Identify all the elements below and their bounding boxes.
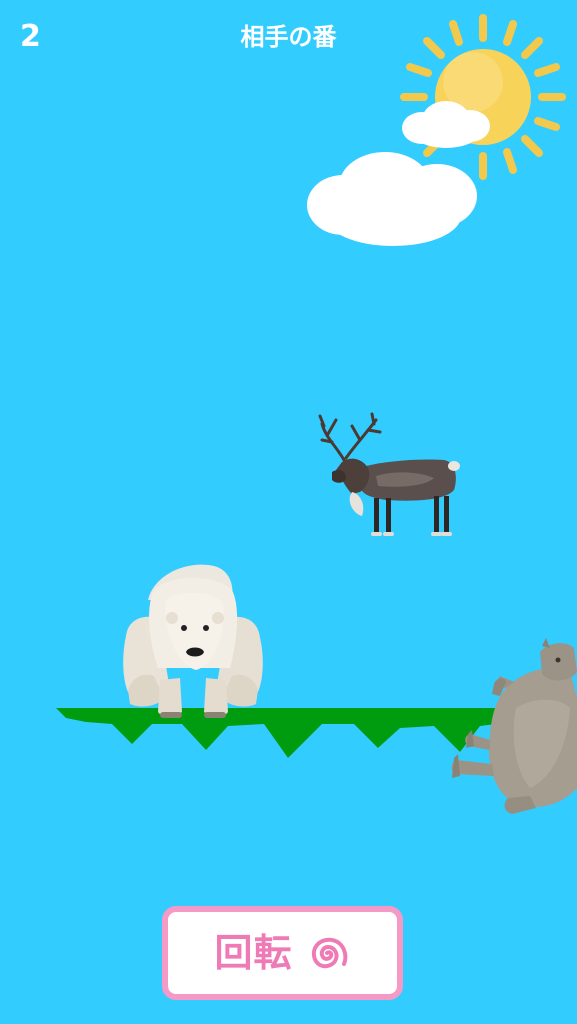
rhinoceros	[451, 638, 577, 814]
spiral-icon	[311, 937, 347, 969]
polar-bear	[123, 564, 263, 718]
rotate-button-label: 回転	[214, 931, 293, 975]
large-cloud	[307, 152, 477, 246]
reindeer	[318, 412, 460, 536]
rotate-button[interactable]: 回転	[162, 906, 403, 1000]
small-cloud	[402, 101, 490, 148]
